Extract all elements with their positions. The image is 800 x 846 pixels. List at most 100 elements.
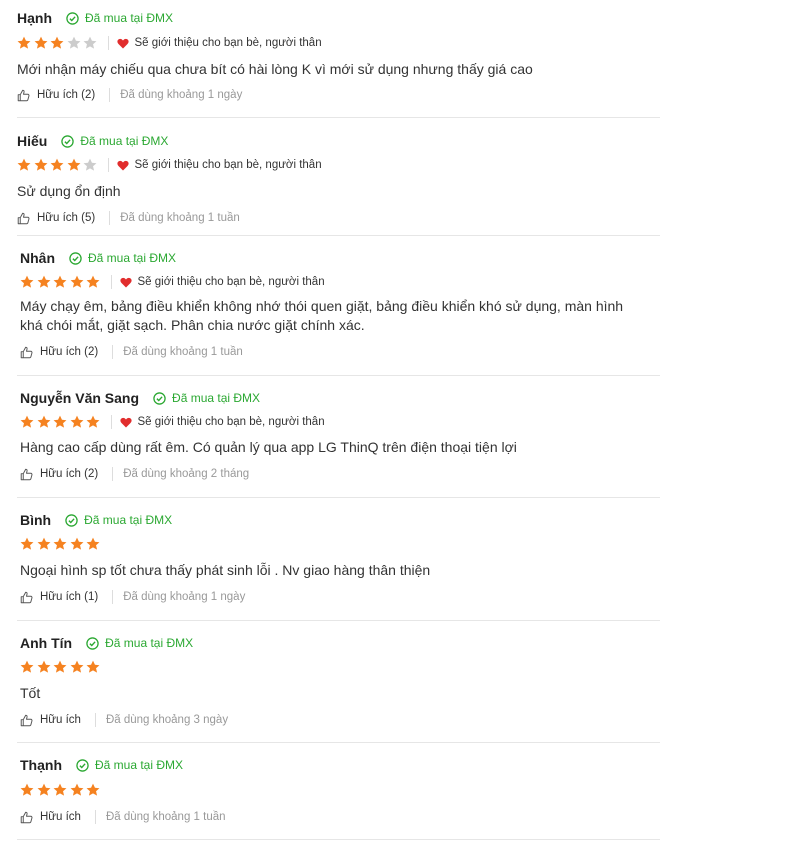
verified-badge: Đã mua tại ĐMX	[61, 134, 168, 148]
thumbs-up-icon	[17, 89, 30, 101]
star-icon	[53, 660, 67, 673]
reviewer-name: Nhân	[20, 250, 55, 266]
star-icon	[86, 537, 100, 550]
helpful-label: Hữu ích (2)	[40, 346, 99, 358]
review-content: Sử dụng ổn định	[17, 183, 121, 199]
helpful-button[interactable]: Hữu ích (1)	[20, 591, 98, 604]
review-content: Mới nhận máy chiếu qua chưa bít có hài l…	[17, 61, 533, 77]
check-circle-icon	[69, 251, 82, 265]
review-content: Ngoại hình sp tốt chưa thấy phát sinh lỗ…	[20, 562, 431, 578]
check-circle-icon	[66, 11, 79, 25]
review-item: Anh Tín Đã mua tại ĐMX Tốt Hữu ích Đã dù…	[0, 621, 660, 743]
star-icon	[20, 415, 34, 428]
usage-duration: Đã dùng khoảng 1 tuần	[109, 211, 240, 225]
review-item: Nhân Đã mua tại ĐMX Sẽ giới thiệu cho bạ…	[0, 236, 660, 376]
star-rating	[20, 660, 103, 674]
recommend-tag: Sẽ giới thiệu cho bạn bè, người thân	[110, 275, 325, 289]
star-icon	[37, 783, 50, 796]
star-icon	[67, 158, 80, 171]
star-rating	[20, 415, 103, 429]
check-circle-icon	[76, 758, 89, 772]
review-item: Hiếu Đã mua tại ĐMX Sẽ giới thiệu cho bạ…	[0, 118, 660, 236]
helpful-button[interactable]: Hữu ích	[20, 811, 81, 824]
review-item: Hạnh Đã mua tại ĐMX Sẽ giới thiệu cho bạ…	[0, 0, 660, 118]
review-footer: Hữu ích (2) Đã dùng khoảng 1 ngày	[17, 87, 242, 103]
thumbs-up-icon	[20, 468, 33, 480]
check-circle-icon	[61, 134, 75, 148]
review-header: Bình Đã mua tại ĐMX	[20, 510, 172, 530]
reviewer-name: Anh Tín	[20, 635, 73, 651]
rating-row: Sẽ giới thiệu cho bạn bè, người thân	[20, 274, 325, 290]
star-rating	[20, 783, 103, 797]
star-icon	[86, 783, 100, 796]
helpful-label: Hữu ích (2)	[40, 468, 99, 480]
review-footer: Hữu ích (1) Đã dùng khoảng 1 ngày	[20, 589, 245, 605]
review-header: Nhân Đã mua tại ĐMX	[20, 248, 176, 268]
reviewer-name: Thạnh	[20, 757, 62, 773]
review-footer: Hữu ích (2) Đã dùng khoảng 2 tháng	[20, 466, 249, 482]
rating-row	[20, 782, 103, 798]
verified-badge: Đã mua tại ĐMX	[86, 636, 193, 650]
rating-row: Sẽ giới thiệu cho bạn bè, người thân	[17, 157, 322, 173]
star-icon	[20, 660, 34, 673]
check-circle-icon	[65, 513, 78, 527]
heart-icon	[116, 160, 129, 170]
star-icon	[53, 537, 67, 550]
star-rating	[17, 36, 100, 50]
review-content: Hàng cao cấp dùng rất êm. Có quản lý qua…	[20, 439, 517, 455]
star-icon	[70, 415, 83, 428]
review-header: Hạnh Đã mua tại ĐMX	[17, 8, 173, 28]
review-footer: Hữu ích Đã dùng khoảng 1 tuần	[20, 809, 226, 825]
recommend-label: Sẽ giới thiệu cho bạn bè, người thân	[134, 37, 322, 49]
helpful-label: Hữu ích	[40, 714, 81, 726]
star-icon	[83, 36, 97, 49]
heart-icon	[116, 38, 129, 48]
star-icon	[50, 36, 64, 49]
verified-label: Đã mua tại ĐMX	[80, 134, 169, 148]
verified-badge: Đã mua tại ĐMX	[66, 11, 173, 25]
star-icon	[83, 158, 97, 171]
helpful-button[interactable]: Hữu ích (2)	[17, 89, 95, 102]
helpful-button[interactable]: Hữu ích	[20, 714, 81, 727]
thumbs-up-icon	[20, 811, 33, 823]
star-icon	[53, 783, 67, 796]
star-rating	[17, 158, 100, 172]
helpful-label: Hữu ích (5)	[37, 212, 96, 224]
verified-label: Đã mua tại ĐMX	[172, 391, 261, 405]
review-content: Máy chạy êm, bảng điều khiển không nhớ t…	[20, 298, 624, 333]
review-header: Thạnh Đã mua tại ĐMX	[20, 755, 183, 775]
helpful-button[interactable]: Hữu ích (5)	[17, 212, 95, 225]
review-footer: Hữu ích Đã dùng khoảng 3 ngày	[20, 712, 228, 728]
usage-duration: Đã dùng khoảng 1 tuần	[94, 810, 226, 824]
rating-row: Sẽ giới thiệu cho bạn bè, người thân	[17, 35, 322, 51]
verified-badge: Đã mua tại ĐMX	[153, 391, 260, 405]
star-icon	[20, 537, 34, 550]
helpful-button[interactable]: Hữu ích (2)	[20, 468, 98, 481]
recommend-label: Sẽ giới thiệu cho bạn bè, người thân	[134, 159, 322, 171]
star-icon	[86, 275, 100, 288]
star-icon	[70, 537, 83, 550]
helpful-label: Hữu ích	[40, 811, 81, 823]
reviewer-name: Hiếu	[17, 133, 48, 149]
verified-label: Đã mua tại ĐMX	[85, 11, 174, 25]
check-circle-icon	[153, 391, 166, 405]
star-icon	[37, 660, 50, 673]
star-icon	[53, 415, 67, 428]
star-icon	[37, 537, 50, 550]
star-icon	[20, 783, 34, 796]
thumbs-up-icon	[17, 212, 30, 224]
star-icon	[70, 660, 83, 673]
review-header: Anh Tín Đã mua tại ĐMX	[20, 633, 193, 653]
heart-icon	[119, 417, 132, 427]
helpful-button[interactable]: Hữu ích (2)	[20, 346, 98, 359]
review-header: Hiếu Đã mua tại ĐMX	[17, 131, 168, 151]
star-icon	[17, 36, 31, 49]
recommend-tag: Sẽ giới thiệu cho bạn bè, người thân	[107, 36, 322, 50]
star-icon	[67, 36, 80, 49]
recommend-tag: Sẽ giới thiệu cho bạn bè, người thân	[107, 158, 322, 172]
helpful-label: Hữu ích (1)	[40, 591, 99, 603]
recommend-tag: Sẽ giới thiệu cho bạn bè, người thân	[110, 415, 325, 429]
review-item: Bình Đã mua tại ĐMX Ngoại hình sp tốt ch…	[0, 498, 660, 621]
heart-icon	[119, 277, 132, 287]
verified-label: Đã mua tại ĐMX	[95, 758, 184, 772]
